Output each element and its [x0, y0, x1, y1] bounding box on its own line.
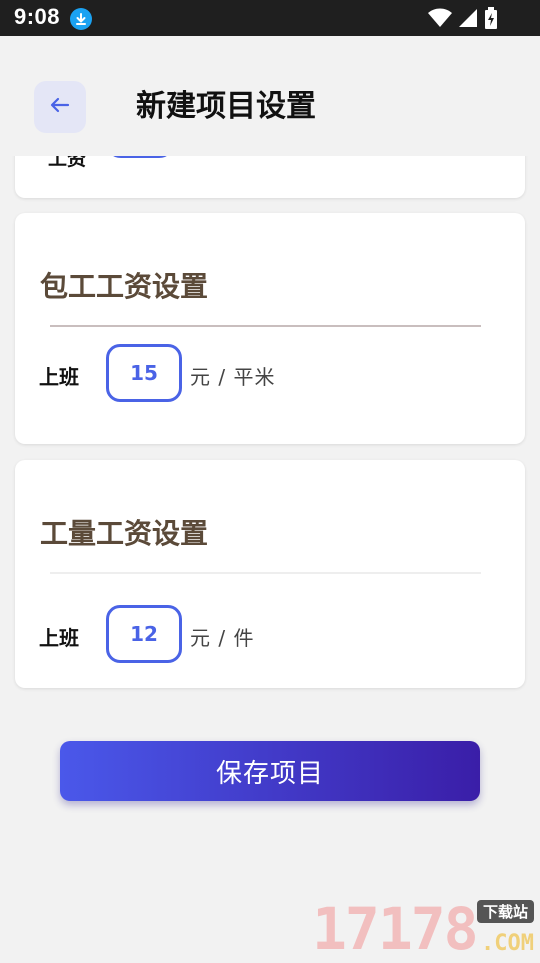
contract-wage-card: 包工工资设置 上班 15 元 / 平米 [15, 213, 525, 444]
page-header: 新建项目设置 [0, 36, 540, 156]
save-project-button[interactable]: 保存项目 [60, 741, 480, 801]
signal-icon [458, 8, 478, 32]
contract-unit: 元 / 平米 [190, 365, 276, 389]
contract-rate-input[interactable]: 15 [106, 344, 182, 402]
piece-unit: 元 / 件 [190, 626, 255, 650]
wifi-icon [428, 8, 452, 32]
watermark-tag: 下载站 [476, 900, 534, 923]
status-bar: 9:08 [0, 0, 540, 36]
site-watermark-logo: 17178 下载站 .COM [312, 898, 538, 960]
shift-label: 上班 [39, 626, 79, 650]
battery-charging-icon [484, 7, 498, 33]
page-title: 新建项目设置 [136, 89, 316, 124]
back-button[interactable] [34, 81, 86, 133]
download-icon [70, 8, 92, 30]
contract-wage-title: 包工工资设置 [40, 270, 209, 303]
watermark-digits: 17178 [312, 895, 479, 963]
status-time: 9:08 [14, 4, 61, 29]
piece-rate-input[interactable]: 12 [106, 605, 182, 663]
section-divider [50, 572, 481, 574]
watermark-domain: .COM [481, 931, 534, 956]
piece-wage-title: 工量工资设置 [40, 517, 209, 550]
section-divider [50, 325, 481, 327]
piece-wage-card: 工量工资设置 上班 12 元 / 件 [15, 460, 525, 688]
arrow-left-icon [49, 96, 71, 118]
shift-label: 上班 [39, 365, 79, 389]
